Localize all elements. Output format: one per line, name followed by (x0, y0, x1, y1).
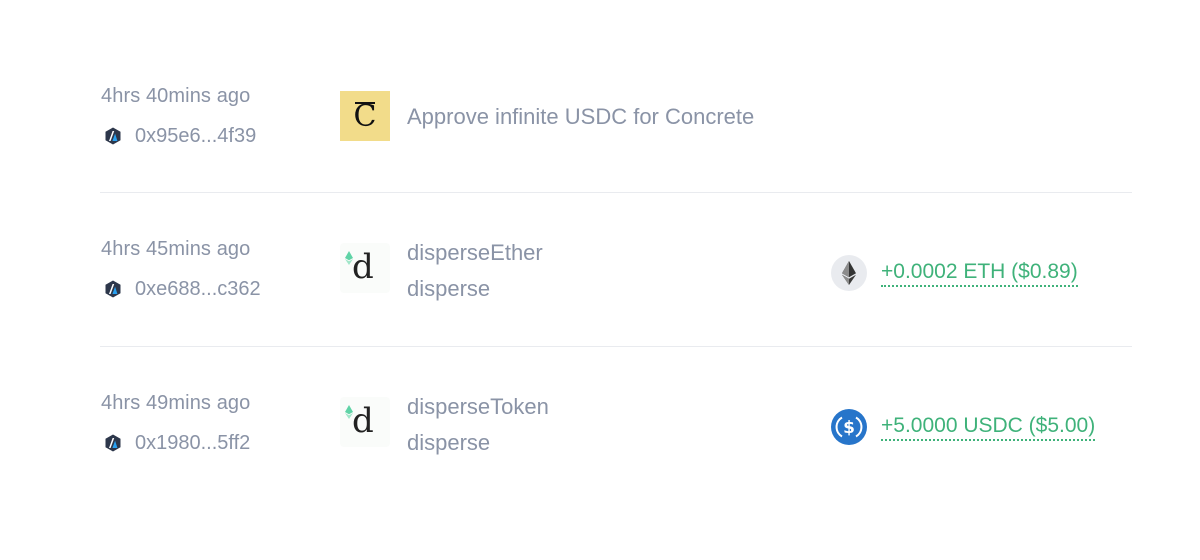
transaction-address[interactable]: 0xe688...c362 (103, 277, 261, 301)
transaction-address[interactable]: 0x95e6...4f39 (103, 124, 256, 148)
transaction-time: 4hrs 45mins ago (101, 238, 251, 260)
arbitrum-icon (103, 126, 123, 146)
concrete-logo: C (340, 91, 390, 141)
address-label: 0xe688...c362 (135, 277, 261, 300)
address-label: 0x1980...5ff2 (135, 431, 251, 454)
balance-change-link[interactable]: +0.0002 ETH ($0.89) (881, 260, 1078, 287)
disperse-logo: d (340, 397, 390, 447)
disperse-logo-glyph: d (352, 401, 374, 441)
balance-change[interactable]: $ +5.0000 USDC ($5.00) (831, 409, 1096, 445)
concrete-logo-glyph: C (353, 98, 377, 134)
svg-text:$: $ (843, 418, 855, 438)
arbitrum-icon (103, 433, 123, 453)
transaction-contract: disperse (407, 430, 491, 455)
disperse-logo-glyph: d (352, 247, 374, 287)
address-label: 0x95e6...4f39 (135, 124, 257, 147)
transaction-method: disperseToken (407, 394, 549, 419)
transaction-list: 4hrs 40mins ago 0x95e6...4f39 C Approve … (0, 0, 1200, 560)
disperse-logo: d (340, 243, 390, 293)
transaction-address[interactable]: 0x1980...5ff2 (103, 431, 250, 455)
transaction-time: 4hrs 40mins ago (101, 85, 251, 107)
eth-icon (831, 255, 867, 291)
transaction-method: disperseEther (407, 240, 543, 265)
balance-change-link[interactable]: +5.0000 USDC ($5.00) (881, 414, 1096, 441)
arbitrum-icon (103, 279, 123, 299)
transaction-row[interactable]: 4hrs 49mins ago 0x1980...5ff2 d disperse… (100, 347, 1132, 499)
transaction-row[interactable]: 4hrs 45mins ago 0xe688...c362 d disperse… (100, 193, 1132, 345)
balance-change[interactable]: +0.0002 ETH ($0.89) (831, 255, 1078, 291)
transaction-contract: disperse (407, 276, 491, 301)
usdc-icon: $ (831, 409, 867, 445)
transaction-title: Approve infinite USDC for Concrete (407, 104, 755, 129)
transaction-time: 4hrs 49mins ago (101, 392, 251, 414)
transaction-row[interactable]: 4hrs 40mins ago 0x95e6...4f39 C Approve … (100, 40, 1132, 192)
